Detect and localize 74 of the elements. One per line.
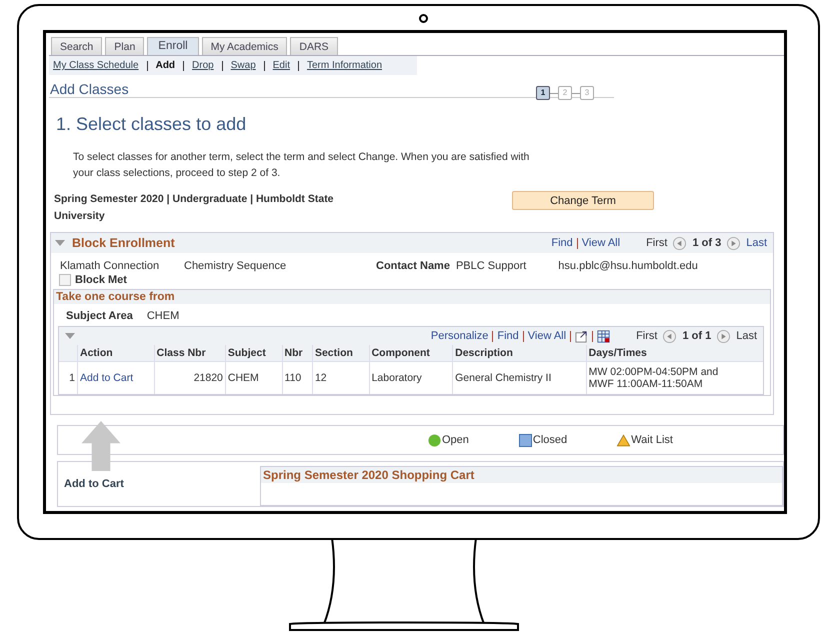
- table-cell-text: MW 02:00PM-04:50PM and: [588, 366, 720, 378]
- previous-icon[interactable]: [673, 236, 686, 250]
- section-heading: 1. Select classes to add: [56, 114, 248, 135]
- instructions-text: To select classes for another term, select the term and select Change. When you are satisfied with your class selections, proceed to step 2 of 3.: [73, 150, 530, 181]
- contact-email: hsu.pblc@hsu.humboldt.edu: [558, 260, 698, 272]
- column-header: Days/Times: [586, 345, 763, 362]
- pager-first[interactable]: First: [646, 237, 668, 249]
- step-indicator: 3: [580, 86, 594, 100]
- next-icon[interactable]: [727, 236, 740, 250]
- column-header: Class Nbr: [154, 345, 226, 362]
- step-indicator: 2: [558, 86, 572, 100]
- sequence-name: Chemistry Sequence: [184, 260, 288, 272]
- pager-position: 1 of 1: [682, 330, 712, 342]
- tab[interactable]: DARS: [290, 37, 338, 55]
- column-header: Section: [312, 345, 370, 362]
- legend-label: Open: [442, 434, 469, 446]
- camera-icon: [419, 14, 428, 23]
- panel-title: Block Enrollment: [72, 236, 175, 250]
- collapse-triangle-icon[interactable]: [55, 240, 65, 246]
- previous-icon[interactable]: [663, 330, 676, 342]
- sub-navigation-link[interactable]: Drop: [192, 60, 214, 71]
- change-term-button[interactable]: Change Term: [512, 191, 654, 210]
- step-indicator: 1: [536, 86, 550, 100]
- subject-value: CHEM: [146, 310, 180, 322]
- table-cell: 110: [282, 362, 312, 394]
- table-cell: Laboratory: [369, 362, 453, 394]
- grid-link[interactable]: Find: [497, 330, 519, 342]
- subject-label: Subject Area: [66, 310, 133, 322]
- column-header: Subject: [225, 345, 282, 362]
- legend-label: Closed: [532, 434, 568, 446]
- sub-navigation-link[interactable]: Term Information: [306, 60, 382, 71]
- grid-link[interactable]: Find: [551, 237, 573, 249]
- contact-label: Contact Name: [376, 260, 450, 272]
- table-cell: CHEM: [225, 362, 282, 394]
- contact-name: PBLC Support: [456, 260, 526, 272]
- pointer-arrow: [80, 421, 122, 471]
- grid-link[interactable]: View All: [528, 330, 566, 342]
- table-cell: 12: [312, 362, 370, 394]
- grid-link[interactable]: View All: [582, 237, 620, 249]
- tab[interactable]: Enroll: [147, 37, 199, 55]
- add-to-cart-link[interactable]: Add to Cart: [80, 372, 134, 384]
- tab[interactable]: My Academics: [202, 37, 288, 55]
- column-header: Component: [369, 345, 453, 362]
- table-cell: General Chemistry II: [452, 362, 586, 394]
- collapse-triangle-icon[interactable]: [65, 333, 75, 339]
- pager-last[interactable]: Last: [746, 237, 767, 249]
- pager-first[interactable]: First: [636, 330, 658, 342]
- column-header: Nbr: [282, 345, 312, 362]
- sub-navigation-link[interactable]: My Class Schedule: [53, 60, 139, 71]
- pager-position: 1 of 3: [692, 237, 722, 249]
- cart-title: Spring Semester 2020 Shopping Cart: [261, 467, 782, 483]
- sub-navigation-link[interactable]: Edit: [272, 60, 290, 71]
- column-header: Description: [452, 345, 586, 362]
- table-cell: 21820: [154, 362, 226, 394]
- grid-link[interactable]: Personalize: [430, 330, 488, 342]
- pager-last[interactable]: Last: [736, 330, 757, 342]
- block-name: Klamath Connection: [60, 260, 160, 272]
- table-cell-text: MWF 11:00AM-11:50AM: [588, 378, 704, 390]
- legend-label: Wait List: [631, 434, 673, 446]
- spreadsheet-icon[interactable]: [597, 330, 610, 342]
- sub-navigation-link[interactable]: Swap: [230, 60, 256, 71]
- page-title: Add Classes: [49, 81, 129, 97]
- add-to-cart-label: Add to Cart: [64, 478, 125, 492]
- tab[interactable]: Plan: [105, 37, 144, 55]
- sub-navigation-link[interactable]: Add: [156, 60, 176, 71]
- checkbox[interactable]: [59, 274, 71, 286]
- row-number: 1: [59, 362, 78, 394]
- tab[interactable]: Search: [51, 37, 102, 55]
- next-icon[interactable]: [717, 330, 730, 342]
- group-title: Take one course from: [54, 290, 770, 304]
- new-window-icon[interactable]: [575, 330, 588, 342]
- term-label: Spring Semester 2020 | Undergraduate | Humboldt State University: [54, 192, 335, 224]
- column-header: Action: [78, 345, 154, 362]
- checkbox-label: Block Met: [75, 274, 127, 286]
